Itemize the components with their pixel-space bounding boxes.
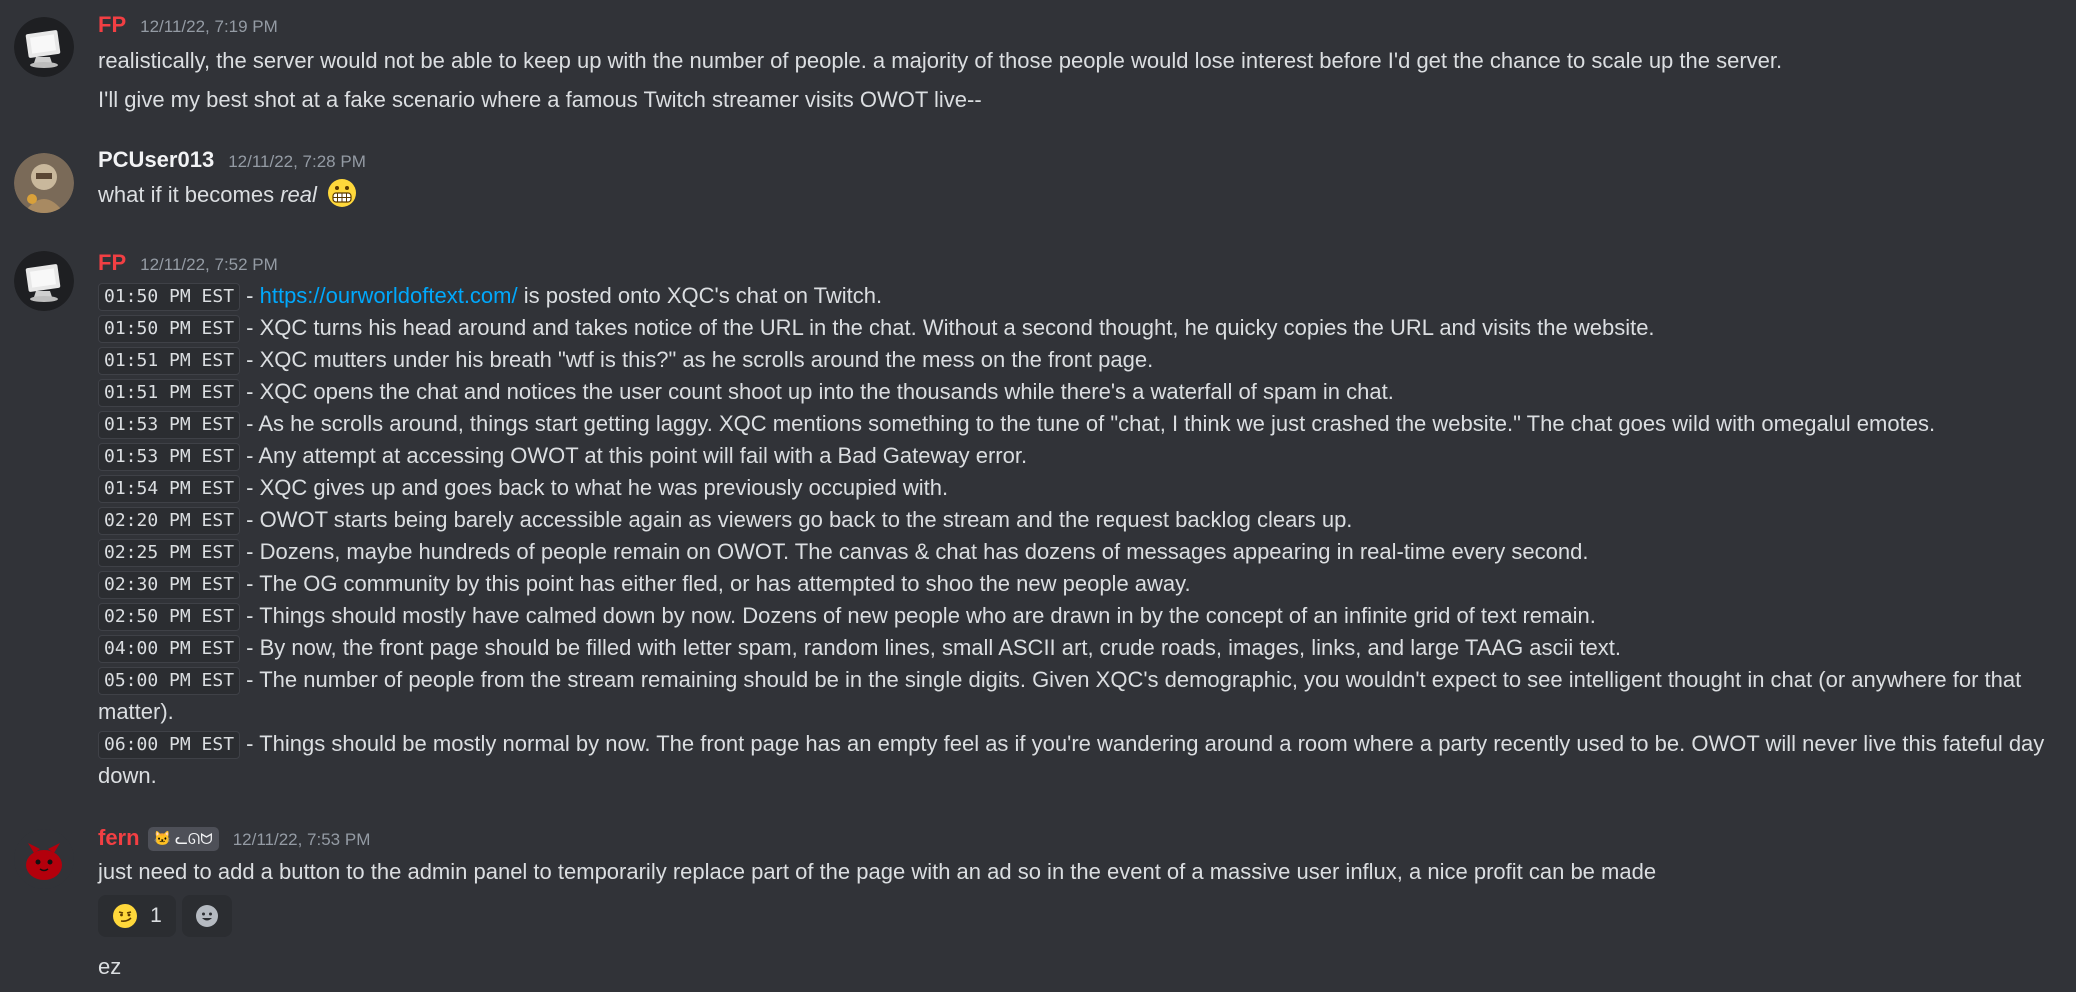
avatar-pcuser013[interactable] [14,153,74,213]
timeline-text: is posted onto XQC's chat on Twitch. [517,283,883,308]
smirk-emoji [112,903,138,929]
timeline-text: - Things should mostly have calmed down … [240,603,1596,628]
timeline-text: - Any attempt at accessing OWOT at this … [240,443,1028,468]
inline-code-time: 02:50 PM EST [98,603,241,631]
message-text: just need to add a button to the admin p… [98,859,1657,884]
timeline-line: 02:50 PM EST - Things should mostly have… [98,600,2068,632]
timeline-text: - By now, the front page should be fille… [240,635,1621,660]
message-text: I'll give my best shot at a fake scenari… [98,87,982,112]
message-header: fern 🐱 ᓚᘏᗢ 12/11/22, 7:53 PM [98,825,2068,855]
timeline-line: 01:51 PM EST - XQC mutters under his bre… [98,344,2068,376]
cat-icon: 🐱 [153,830,171,846]
message-text-plain: what if it becomes [98,182,281,207]
inline-code-time: 01:54 PM EST [98,475,241,503]
timeline-text: - XQC opens the chat and notices the use… [240,379,1394,404]
timeline-line: 01:50 PM EST - https://ourworldoftext.co… [98,280,2068,312]
timeline-line: 04:00 PM EST - By now, the front page sh… [98,632,2068,664]
inline-code-time: 05:00 PM EST [98,667,241,695]
timeline-line: 01:53 PM EST - As he scrolls around, thi… [98,408,2068,440]
timeline-text: - XQC turns his head around and takes no… [240,315,1655,340]
grimacing-emoji [327,178,357,217]
avatar-fp[interactable] [14,251,74,311]
username[interactable]: FP [98,250,126,276]
timestamp: 12/11/22, 7:53 PM [232,830,371,849]
monitor-avatar-icon [14,251,74,311]
message-header: FP 12/11/22, 7:19 PM [98,12,2068,42]
timestamp: 12/11/22, 7:28 PM [228,152,366,171]
red-creature-avatar-icon [14,829,74,889]
inline-code-time: 01:53 PM EST [98,443,241,471]
user-photo-avatar-icon [14,153,74,213]
inline-code-time: 01:51 PM EST [98,379,241,407]
timeline-text: - OWOT starts being barely accessible ag… [240,507,1353,532]
inline-code-time: 02:25 PM EST [98,539,241,567]
timeline-text: - As he scrolls around, things start get… [240,411,1936,436]
timeline-line: 02:25 PM EST - Dozens, maybe hundreds of… [98,536,2068,568]
timeline-line: 01:53 PM EST - Any attempt at accessing … [98,440,2068,472]
inline-code-time: 02:20 PM EST [98,507,241,535]
reaction-smirk[interactable]: 1 [98,895,176,937]
timeline-text: - XQC gives up and goes back to what he … [240,475,949,500]
message-text-italic: real [280,182,317,207]
timestamp: 12/11/22, 7:52 PM [140,255,278,274]
add-reaction-button[interactable] [182,895,232,937]
separator: - [240,283,260,308]
timestamp: 12/11/22, 7:19 PM [140,17,278,36]
monitor-avatar-icon [14,17,74,77]
timeline-line: 01:50 PM EST - XQC turns his head around… [98,312,2068,344]
message-text: what if it becomes real [98,178,2068,217]
message-text: realistically, the server would not be a… [98,48,1783,73]
username[interactable]: FP [98,12,126,38]
reaction-count: 1 [150,904,162,927]
owot-link[interactable]: https://ourworldoftext.com/ [260,283,518,308]
username[interactable]: PCUser013 [98,147,214,173]
username[interactable]: fern [98,825,140,851]
inline-code-time: 01:50 PM EST [98,283,241,311]
inline-code-time: 01:51 PM EST [98,347,241,375]
timeline-text: - The OG community by this point has eit… [240,571,1191,596]
message-header: PCUser013 12/11/22, 7:28 PM [98,147,2068,177]
inline-code-time: 01:53 PM EST [98,411,241,439]
add-reaction-icon [196,905,218,927]
inline-code-time: 06:00 PM EST [98,731,241,759]
timeline-line: 06:00 PM EST - Things should be mostly n… [98,728,2068,792]
timeline-text: - The number of people from the stream r… [98,667,2022,724]
timeline-line: 05:00 PM EST - The number of people from… [98,664,2068,728]
timeline-line: 01:54 PM EST - XQC gives up and goes bac… [98,472,2068,504]
timeline-text: - XQC mutters under his breath "wtf is t… [240,347,1154,372]
message-text: ez [98,954,122,979]
avatar-fern[interactable] [14,829,74,889]
inline-code-time: 04:00 PM EST [98,635,241,663]
timeline-line: 02:30 PM EST - The OG community by this … [98,568,2068,600]
timeline-text: - Things should be mostly normal by now.… [98,731,2045,788]
inline-code-time: 02:30 PM EST [98,571,241,599]
avatar-fp[interactable] [14,17,74,77]
message-header: FP 12/11/22, 7:52 PM [98,250,2068,280]
timeline-line: 02:20 PM EST - OWOT starts being barely … [98,504,2068,536]
timeline-text: - Dozens, maybe hundreds of people remai… [240,539,1589,564]
timeline-line: 01:51 PM EST - XQC opens the chat and no… [98,376,2068,408]
inline-code-time: 01:50 PM EST [98,315,241,343]
user-tag[interactable]: 🐱 ᓚᘏᗢ [147,826,219,851]
user-tag-text: ᓚᘏᗢ [175,830,213,848]
